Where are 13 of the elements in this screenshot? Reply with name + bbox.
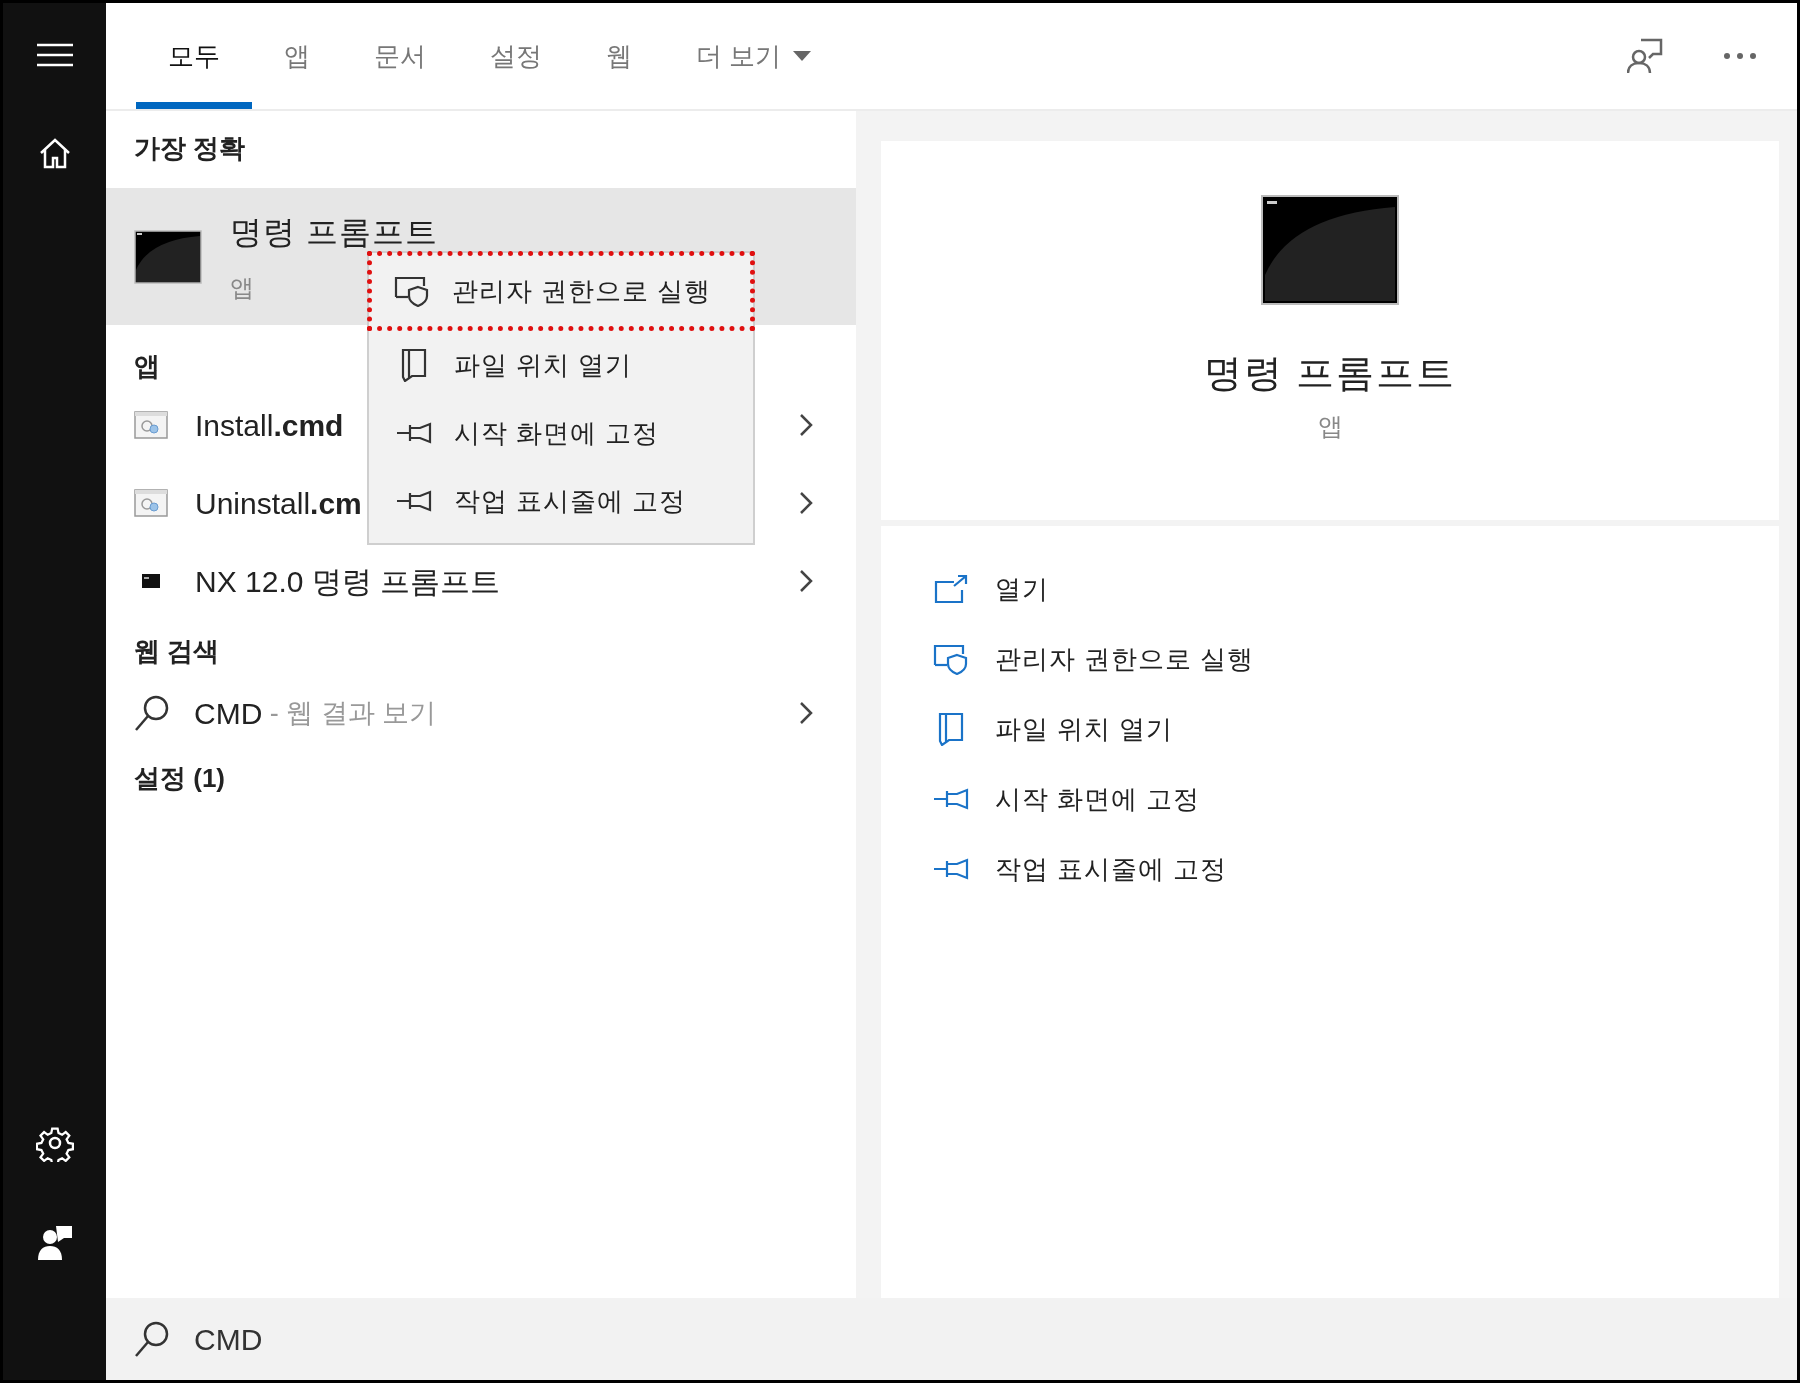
result-label: Install.cmd xyxy=(195,407,344,444)
result-label: NX 12.0 명령 프롬프트 xyxy=(195,563,501,600)
app-type: 앱 xyxy=(1317,411,1343,442)
section-heading: 설정 (1) xyxy=(134,762,225,795)
web-query: CMD xyxy=(194,695,263,732)
section-heading: 앱 xyxy=(134,350,160,383)
section-heading: 웹 검색 xyxy=(134,635,220,668)
section-heading: 가장 정확 xyxy=(134,132,246,165)
result-label: Uninstall.cm xyxy=(195,485,362,522)
app-title: 명령 프롬프트 xyxy=(1203,351,1457,396)
web-hint: - 웹 결과 보기 xyxy=(268,696,437,730)
result-title: 명령 프롬프트 xyxy=(230,213,438,252)
result-type: 앱 xyxy=(230,273,254,303)
